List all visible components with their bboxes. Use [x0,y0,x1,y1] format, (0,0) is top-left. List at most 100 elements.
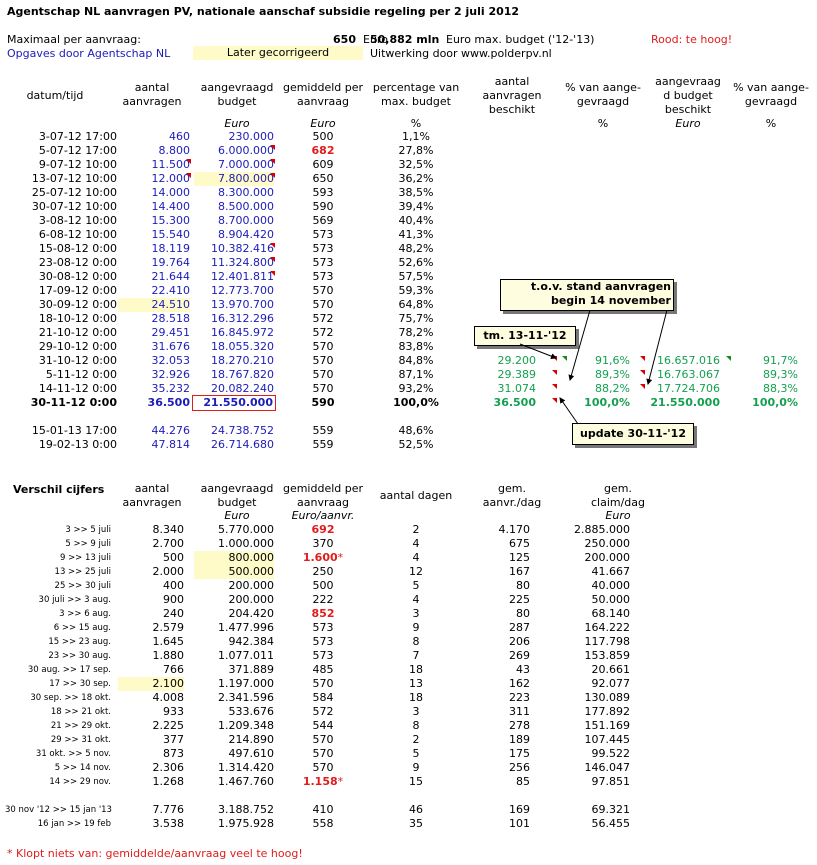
comment-marker [186,159,191,164]
header-percentage-2: max. budget [381,95,451,108]
diff-aantal: 2.306 [152,761,185,774]
diff-gem-claim: 130.089 [584,691,631,704]
bheader-gem-claim-3: Euro [605,509,631,522]
row-budget: 16.845.972 [211,326,274,339]
bheader-gem-claim: gem. [604,482,632,495]
diff-gem-aanvr: 256 [509,761,530,774]
diff-budget: 1.000.000 [218,537,274,550]
bheader-gem-claim-2: claim/dag [590,496,646,509]
row-aantal: 32.926 [151,368,191,381]
diff-aantal: 240 [163,607,184,620]
diff-gem-aanvr: 223 [509,691,530,704]
diff-budget: 1.467.760 [218,775,274,788]
comment-marker [270,145,275,150]
diff-gem-aanvr: 85 [516,775,530,788]
row-budget: 18.767.820 [211,368,274,381]
row-aantal: 19.764 [151,256,191,269]
row-percentage: 78,2% [398,326,434,339]
row-budget: 8.700.000 [218,214,274,227]
diff-label: 18 >> 21 okt. [50,707,111,717]
row-gemiddeld: 569 [312,214,334,227]
diff-budget: 1.975.928 [218,817,274,830]
row-percentage: 1,1% [402,130,430,143]
diff-gem-aanvr: 80 [516,579,530,592]
row-percentage: 52,5% [398,438,434,451]
header-budget-beschikt-3: beschikt [664,103,712,116]
row-aantal: 14.000 [151,186,191,199]
row-aantal: 32.053 [151,354,191,367]
row-budget-beschikt: 16.657.016 [657,354,720,367]
row-budget: 8.500.000 [218,200,274,213]
diff-gemiddeld-value: 584 [312,691,334,704]
diff-aantal: 2.225 [152,719,185,732]
row-budget: 18.270.210 [211,354,274,367]
diff-dagen: 4 [412,593,420,606]
diff-label: 9 >> 13 juli [59,553,111,563]
row-aantal: 36.500 [147,396,190,409]
row-budget-beschikt: 16.763.067 [657,368,720,381]
row-pct-budget: 89,3% [763,368,798,381]
row-gemiddeld: 609 [312,158,334,171]
row-datum: 25-07-12 10:00 [31,186,117,199]
diff-gemiddeld-value: 250 [312,565,334,578]
diff-dagen: 4 [412,551,420,564]
header-pct-aangevraagd-2: gevraagd [576,95,630,108]
row-datum: 23-08-12 0:00 [38,256,117,269]
diff-dagen: 7 [412,649,420,662]
diff-gemiddeld-value: 573 [312,649,334,662]
diff-gem-claim: 177.892 [584,705,631,718]
uitwerking-text: Uitwerking door www.polderpv.nl [370,47,552,60]
comment-marker [270,173,275,178]
row-percentage: 48,6% [398,424,434,437]
diff-gemiddeld: 852 [276,607,370,621]
diff-gem-aanvr: 175 [509,747,530,760]
diff-dagen: 18 [409,663,423,676]
bheader-gem-aanvr-2: aanvr./dag [482,496,542,509]
comment-marker [640,384,645,389]
row-gemiddeld: 590 [312,200,334,213]
row-gemiddeld: 570 [312,340,334,353]
row-budget-beschikt: 17.724.706 [657,382,720,395]
diff-gem-aanvr: 167 [509,565,530,578]
diff-gem-claim: 69.321 [591,803,631,816]
row-beschikt: 29.389 [497,368,537,381]
header-gemiddeld-2: aanvraag [297,95,349,108]
row-aantal: 29.451 [151,326,191,339]
row-datum: 30-08-12 0:00 [38,270,117,283]
diff-aantal: 500 [163,551,184,564]
unit-euro: Euro [224,117,250,130]
diff-gemiddeld-value: 570 [312,747,334,760]
diff-gem-claim: 40.000 [591,579,631,592]
comment-marker [186,173,191,178]
row-datum: 31-10-12 0:00 [38,354,117,367]
row-datum: 14-11-12 0:00 [38,382,117,395]
row-percentage: 83,8% [398,340,434,353]
diff-label: 5 >> 9 juli [65,539,111,549]
row-pct-aangevraagd: 91,6% [595,354,630,367]
diff-gem-claim: 50.000 [591,593,631,606]
comment-marker [552,356,557,361]
diff-label: 15 >> 23 aug. [48,637,111,647]
diff-aantal: 3.538 [152,817,185,830]
row-datum: 29-10-12 0:00 [38,340,117,353]
max-label: Maximaal per aanvraag: [7,33,141,46]
row-gemiddeld: 570 [312,298,334,311]
header-datum: datum/tijd [26,89,84,102]
diff-label: 31 okt. >> 5 nov. [35,749,111,759]
diff-label: 30 sep. >> 18 okt. [30,693,111,703]
unit-pct-3: % [765,117,777,130]
diff-budget: 1.197.000 [218,677,274,690]
row-aantal: 35.232 [151,382,191,395]
diff-budget: 200.000 [228,579,275,592]
diff-dagen: 9 [412,621,420,634]
diff-budget: 1.077.011 [218,649,274,662]
diff-gem-aanvr: 225 [509,593,530,606]
row-aantal: 460 [169,130,190,143]
row-datum: 5-11-12 0:00 [45,368,117,381]
unit-pct: % [410,117,422,130]
footnote: * Klopt niets van: gemiddelde/aanvraag v… [7,847,303,860]
diff-label: 14 >> 29 nov. [49,777,111,787]
row-datum: 19-02-13 0:00 [38,438,117,451]
diff-label: 30 juli >> 3 aug. [38,595,111,605]
row-gemiddeld: 573 [312,228,334,241]
